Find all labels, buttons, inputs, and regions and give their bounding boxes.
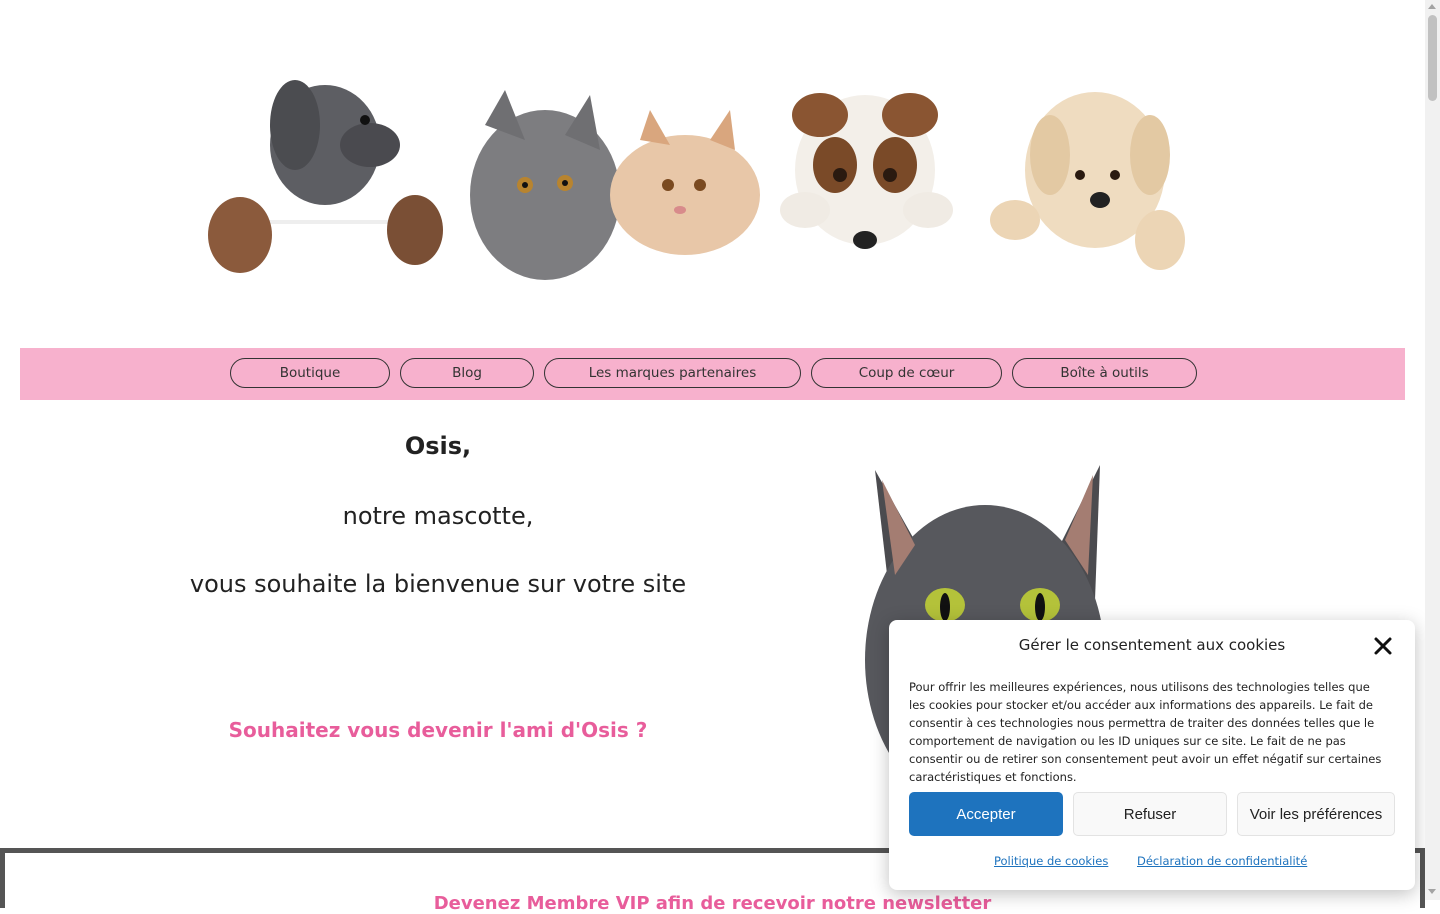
pets-illustration — [208, 80, 1185, 280]
hero-subtitle-line1: notre mascotte, — [342, 502, 534, 530]
labrador-puppy-image — [990, 92, 1185, 270]
header-pets-banner — [200, 70, 1200, 320]
cookie-policy-link[interactable]: Politique de cookies — [994, 854, 1108, 868]
grey-kitten-image — [470, 90, 620, 280]
cream-cat-image — [610, 110, 760, 255]
newsletter-title: Devenez Membre VIP afin de recevoir notr… — [433, 893, 992, 914]
jack-russell-puppy-image — [780, 93, 953, 249]
grey-puppy-image — [208, 80, 443, 273]
scroll-down-icon[interactable] — [1428, 889, 1436, 894]
close-icon[interactable] — [1373, 636, 1393, 656]
nav-item-marques-partenaires[interactable]: Les marques partenaires — [544, 358, 801, 388]
nav-item-blog[interactable]: Blog — [400, 358, 534, 388]
hero-subtitle-line2: vous souhaite la bienvenue sur votre sit… — [189, 570, 687, 598]
cookie-modal-title: Gérer le consentement aux cookies — [1018, 636, 1286, 654]
hero-title: Osis, — [404, 432, 472, 460]
page-scrollbar[interactable] — [1425, 0, 1440, 900]
nav-item-boutique[interactable]: Boutique — [230, 358, 390, 388]
main-nav: Boutique Blog Les marques partenaires Co… — [20, 348, 1405, 400]
accept-button[interactable]: Accepter — [909, 792, 1063, 836]
scroll-up-icon[interactable] — [1428, 4, 1436, 9]
nav-item-boite-a-outils[interactable]: Boîte à outils — [1012, 358, 1197, 388]
nav-item-coup-de-coeur[interactable]: Coup de cœur — [811, 358, 1002, 388]
hero-cta-link[interactable]: Souhaitez vous devenir l'ami d'Osis ? — [0, 718, 876, 742]
refuse-button[interactable]: Refuser — [1073, 792, 1227, 836]
cookie-consent-modal: Gérer le consentement aux cookies Pour o… — [889, 620, 1415, 890]
privacy-statement-link[interactable]: Déclaration de confidentialité — [1137, 854, 1307, 868]
cookie-modal-body: Pour offrir les meilleures expériences, … — [909, 680, 1382, 784]
preferences-button[interactable]: Voir les préférences — [1237, 792, 1395, 836]
scrollbar-thumb[interactable] — [1428, 15, 1437, 101]
